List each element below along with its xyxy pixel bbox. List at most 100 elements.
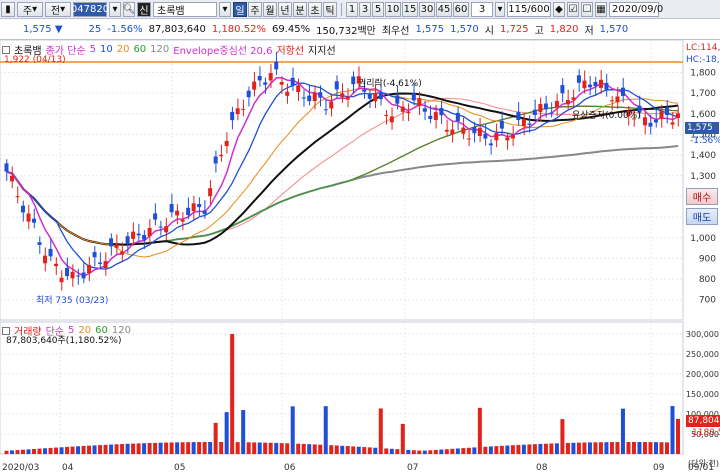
candle-body	[37, 242, 42, 245]
candle-body	[197, 203, 202, 208]
candle-body	[554, 100, 559, 108]
interval-tab[interactable]: 45	[436, 1, 452, 17]
candle-body	[213, 156, 218, 164]
candle-body	[417, 98, 422, 107]
interval-tab[interactable]: 15	[402, 1, 418, 17]
stock-name-caret[interactable]: ▾	[219, 1, 231, 17]
candle-body	[642, 117, 647, 126]
candle-body	[136, 233, 141, 236]
candle-body	[109, 238, 114, 247]
candle-body	[285, 91, 290, 96]
interval-caret[interactable]: ▾	[495, 1, 505, 17]
candle-body	[659, 111, 664, 119]
candle-body	[384, 114, 389, 116]
interval-tab[interactable]: 3	[359, 1, 371, 17]
volume-bar	[197, 442, 202, 454]
interval-tab[interactable]: 5	[372, 1, 384, 17]
volume-bar	[477, 407, 482, 454]
period-tab[interactable]: 분	[293, 1, 307, 17]
low-marker: 최저 735 (03/23)	[36, 296, 109, 306]
stock-search-icon[interactable]: 🔍︎	[123, 1, 135, 17]
volume-bar	[395, 449, 400, 454]
volume-bar	[664, 442, 669, 454]
candle-body	[274, 61, 279, 70]
period-tab[interactable]: 초	[308, 1, 322, 17]
interval-tab[interactable]: 60	[453, 1, 469, 17]
toolbar-lock-icon[interactable]: ▮	[1, 1, 15, 17]
new-stock-button[interactable]: 신	[137, 1, 151, 17]
date-field[interactable]: 2020/09/0	[609, 1, 663, 17]
best-buy: 1,570	[450, 23, 479, 35]
count-field[interactable]: 115/600	[507, 1, 551, 17]
interval-tab[interactable]: 1	[346, 1, 358, 17]
interval-input[interactable]: 3	[471, 1, 493, 17]
count-spin[interactable]: ◆	[553, 1, 565, 17]
candle-body	[120, 251, 125, 255]
candle-body	[664, 107, 669, 116]
candle-body	[373, 93, 378, 102]
candle-body	[268, 73, 273, 81]
volume-bar	[450, 448, 455, 454]
period-tab[interactable]: 일	[233, 1, 247, 17]
candle-body	[175, 210, 180, 216]
volume-bar	[675, 418, 680, 454]
volume-bar	[65, 446, 70, 454]
scope-select[interactable]: 전 ▾	[45, 1, 71, 17]
candle-body	[422, 108, 427, 112]
candle-body	[224, 140, 229, 147]
stock-search-button[interactable]: ▾	[109, 1, 121, 17]
volume-bar	[444, 449, 449, 454]
settings-checkbox-2[interactable]: ☐	[581, 1, 593, 17]
legend-toggle-icon[interactable]	[2, 45, 10, 54]
candle-body	[483, 133, 488, 139]
period-tab[interactable]: 틱	[323, 1, 337, 17]
interval-tab[interactable]: 10	[385, 1, 401, 17]
candle-body	[675, 113, 680, 118]
candle-body	[466, 138, 471, 140]
candle-body	[263, 82, 268, 85]
volume-bar	[554, 443, 559, 454]
candle-body	[323, 109, 328, 111]
period-tab[interactable]: 월	[263, 1, 277, 17]
candle-body	[395, 95, 400, 104]
volume-bar	[147, 443, 152, 454]
candle-body	[461, 127, 466, 134]
candle-body	[65, 267, 70, 277]
candle-body	[444, 129, 449, 132]
volume-bar	[92, 445, 97, 454]
interval-tabs: 1 3 5 10 15 30 45 60	[346, 1, 469, 17]
chart-toolbar: ▮ 주 ▾ 전 ▾ 047820 ▾ 🔍︎ 신 초록뱀 ▾ 일주월년분초틱 1351…	[0, 0, 720, 19]
volume-tag-2: 1180.5	[692, 428, 720, 438]
candle-body	[505, 137, 510, 141]
period-tab[interactable]: 년	[278, 1, 292, 17]
volume-bar	[389, 448, 394, 454]
buy-button[interactable]: 매수	[686, 188, 718, 205]
candle-body	[510, 134, 515, 139]
stock-chart[interactable]: 1,8001,7001,6001,5001,4001,3001,2001,100…	[0, 40, 720, 474]
candle-body	[81, 272, 86, 279]
volume-bar	[373, 447, 378, 454]
candle-body	[114, 244, 119, 248]
candle-body	[560, 85, 565, 94]
price-axis-label: 1,800	[690, 68, 716, 78]
settings-checkbox-1[interactable]: ☑	[567, 1, 579, 17]
volume-axis-label: 200,000	[686, 370, 719, 379]
volume-bar	[59, 447, 64, 454]
volume-bar	[224, 412, 229, 454]
candle-body	[241, 108, 246, 110]
sell-button[interactable]: 매도	[686, 208, 718, 225]
price-axis-label: 900	[699, 254, 716, 264]
high-value: 1,820	[549, 23, 579, 35]
interval-tab[interactable]: 30	[419, 1, 435, 17]
market-select[interactable]: 주 ▾	[17, 1, 43, 17]
volume-bar	[455, 448, 460, 454]
volume-legend-toggle-icon[interactable]	[2, 326, 10, 335]
grid-icon[interactable]: ▦	[595, 1, 607, 17]
volume-value-text: 87,803,640주(1,180.52%)	[6, 336, 122, 346]
volume-bar	[626, 442, 631, 454]
candle-body	[98, 262, 103, 264]
period-tab[interactable]: 주	[248, 1, 262, 17]
volume-bar	[114, 444, 119, 454]
stock-name-field: 초록뱀	[153, 1, 217, 17]
stock-code-input[interactable]: 047820	[71, 1, 109, 17]
